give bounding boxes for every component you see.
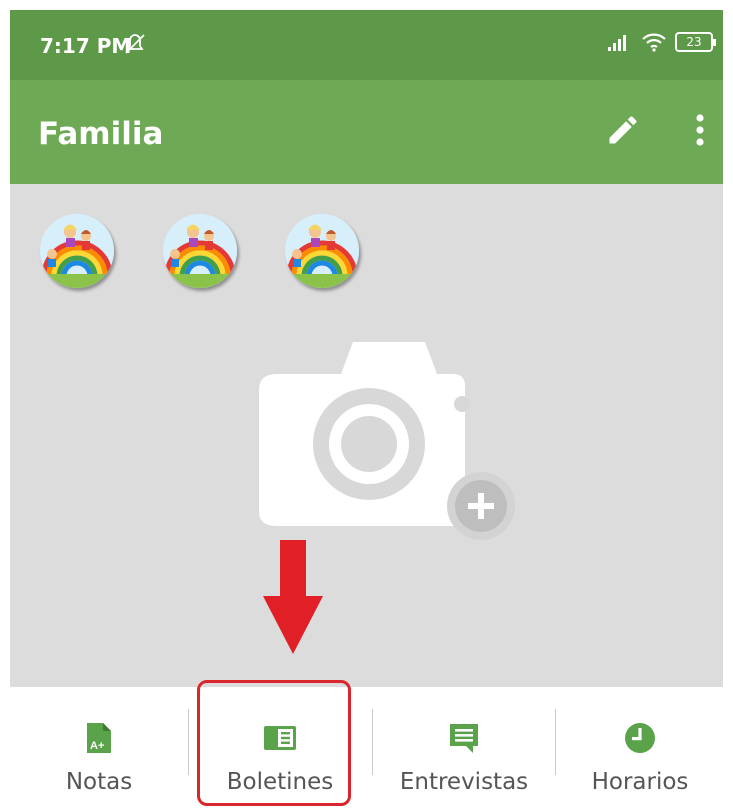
child-avatar-2[interactable] xyxy=(163,214,237,288)
grade-icon: A+ xyxy=(87,723,111,753)
page-title: Familia xyxy=(38,116,164,152)
wifi-icon xyxy=(642,33,666,52)
content-area xyxy=(10,184,723,687)
nav-divider xyxy=(372,709,373,775)
do-not-disturb-icon xyxy=(125,34,145,54)
nav-label-notas: Notas xyxy=(65,769,133,795)
child-avatar-3[interactable] xyxy=(285,214,359,288)
edit-icon[interactable] xyxy=(605,112,641,148)
status-time: 7:17 PM xyxy=(40,34,132,58)
nav-label-horarios: Horarios xyxy=(591,769,689,795)
nav-item-notas[interactable]: A+ Notas xyxy=(10,687,188,809)
svg-text:A+: A+ xyxy=(90,740,104,752)
nav-divider xyxy=(555,709,556,775)
highlight-box xyxy=(197,680,351,806)
nav-item-horarios[interactable]: Horarios xyxy=(557,687,723,809)
signal-icon xyxy=(608,35,626,51)
battery-icon: 23 xyxy=(675,32,716,52)
status-bar: 7:17 PM 23 xyxy=(10,10,723,80)
nav-label-entrevistas: Entrevistas xyxy=(399,769,529,795)
more-vert-icon[interactable] xyxy=(695,113,705,147)
chat-icon xyxy=(450,724,478,753)
clock-icon xyxy=(625,723,655,753)
child-avatar-1[interactable] xyxy=(40,214,114,288)
nav-divider xyxy=(188,709,189,775)
add-photo-icon[interactable] xyxy=(255,340,515,540)
battery-level: 23 xyxy=(686,35,702,49)
nav-item-entrevistas[interactable]: Entrevistas xyxy=(374,687,554,809)
red-arrow-icon xyxy=(263,540,323,654)
app-bar: Familia xyxy=(10,80,723,184)
bottom-navigation: A+ Notas Boletines Entrevistas Horarios xyxy=(10,687,723,809)
